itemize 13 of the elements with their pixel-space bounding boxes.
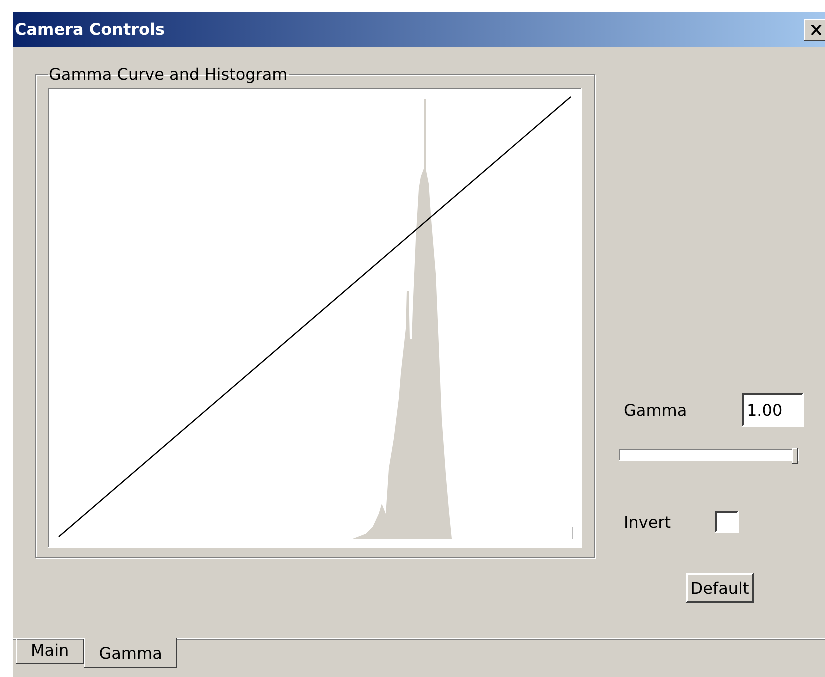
gamma-label: Gamma [624, 400, 688, 420]
close-icon [810, 24, 822, 34]
invert-checkbox[interactable] [715, 511, 740, 533]
tab[interactable]: Gamma [84, 638, 178, 668]
tick-mark [572, 526, 574, 540]
close-button[interactable] [804, 18, 825, 40]
window-title: Camera Controls [15, 20, 165, 39]
invert-label: Invert [624, 512, 672, 532]
group-title: Gamma Curve and Histogram [48, 65, 289, 84]
slider-thumb[interactable] [792, 448, 798, 464]
default-button[interactable]: Default [686, 573, 754, 603]
gamma-field[interactable]: 1.00 [742, 393, 804, 427]
gamma-slider[interactable] [619, 449, 799, 461]
